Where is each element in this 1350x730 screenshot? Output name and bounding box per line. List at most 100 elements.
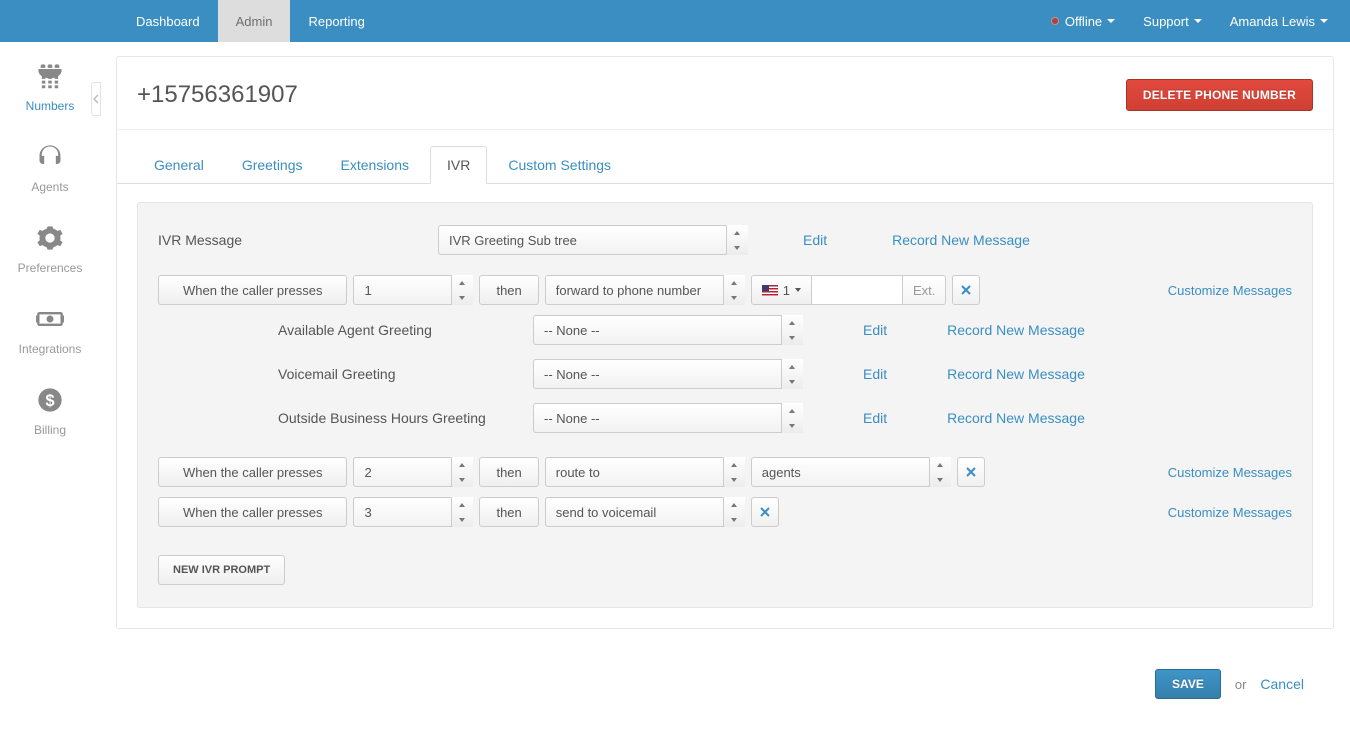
ivr-key-select-3[interactable]: 3	[353, 497, 473, 527]
sidebar-item-agents[interactable]: Agents	[31, 143, 68, 194]
main-content: +15756361907 DELETE PHONE NUMBER General…	[100, 42, 1350, 729]
greeting-record-link[interactable]: Record New Message	[947, 410, 1085, 426]
sidebar-label: Preferences	[18, 261, 83, 275]
navbar-left: Dashboard Admin Reporting	[0, 0, 383, 42]
user-dropdown[interactable]: Amanda Lewis	[1216, 14, 1342, 29]
customize-messages-link-3[interactable]: Customize Messages	[1168, 505, 1292, 520]
country-code-label: 1	[783, 283, 790, 298]
nav-reporting[interactable]: Reporting	[290, 0, 382, 42]
greeting-edit-link[interactable]: Edit	[863, 366, 887, 382]
then-label: then	[479, 497, 538, 527]
greeting-label: Available Agent Greeting	[158, 322, 513, 338]
outside-hours-greeting-row: Outside Business Hours Greeting -- None …	[158, 403, 1292, 433]
ivr-message-row: IVR Message IVR Greeting Sub tree Edit R…	[158, 225, 1292, 255]
tab-extensions[interactable]: Extensions	[324, 146, 426, 184]
user-label: Amanda Lewis	[1230, 14, 1315, 29]
available-agent-greeting-select[interactable]: -- None --	[533, 315, 803, 345]
remove-prompt-button-1[interactable]	[952, 275, 980, 305]
ivr-prompt-row-3: When the caller presses 3 then send to v…	[158, 497, 1292, 527]
ivr-target-select-2[interactable]: agents	[751, 457, 951, 487]
support-dropdown[interactable]: Support	[1129, 14, 1216, 29]
sidebar-label: Agents	[31, 180, 68, 194]
new-ivr-prompt-button[interactable]: NEW IVR PROMPT	[158, 555, 285, 585]
sidebar-label: Numbers	[26, 99, 75, 113]
close-icon	[961, 285, 971, 295]
page-card: +15756361907 DELETE PHONE NUMBER General…	[116, 56, 1334, 629]
available-agent-greeting-row: Available Agent Greeting -- None -- Edit…	[158, 315, 1292, 345]
sidebar-label: Billing	[34, 423, 66, 437]
caret-icon	[1320, 19, 1328, 23]
cancel-link[interactable]: Cancel	[1260, 676, 1304, 692]
when-caller-presses-label: When the caller presses	[158, 497, 347, 527]
ivr-message-label: IVR Message	[158, 232, 438, 248]
nav-dashboard[interactable]: Dashboard	[118, 0, 218, 42]
ivr-action-select-3[interactable]: send to voicemail	[545, 497, 745, 527]
greeting-edit-link[interactable]: Edit	[863, 410, 887, 426]
then-label: then	[479, 457, 538, 487]
top-navbar: Dashboard Admin Reporting Offline Suppor…	[0, 0, 1350, 42]
customize-messages-link-2[interactable]: Customize Messages	[1168, 465, 1292, 480]
greeting-record-link[interactable]: Record New Message	[947, 322, 1085, 338]
sidebar-item-integrations[interactable]: Integrations	[19, 305, 82, 356]
ivr-key-select-1[interactable]: 1	[353, 275, 473, 305]
tabs: General Greetings Extensions IVR Custom …	[117, 130, 1333, 184]
ivr-message-record-link[interactable]: Record New Message	[892, 232, 1030, 248]
remove-prompt-button-2[interactable]	[957, 457, 985, 487]
close-icon	[760, 507, 770, 517]
close-icon	[966, 467, 976, 477]
voicemail-greeting-select[interactable]: -- None --	[533, 359, 803, 389]
money-icon	[36, 305, 64, 336]
greeting-label: Outside Business Hours Greeting	[158, 410, 513, 426]
greeting-record-link[interactable]: Record New Message	[947, 366, 1085, 382]
nav-admin[interactable]: Admin	[218, 0, 291, 42]
customize-messages-link-1[interactable]: Customize Messages	[1168, 283, 1292, 298]
page-footer: SAVE or Cancel	[116, 629, 1334, 699]
svg-text:$: $	[45, 392, 54, 410]
when-caller-presses-label: When the caller presses	[158, 275, 347, 305]
delete-phone-number-button[interactable]: DELETE PHONE NUMBER	[1126, 79, 1313, 111]
voicemail-greeting-row: Voicemail Greeting -- None -- Edit Recor…	[158, 359, 1292, 389]
then-label: then	[479, 275, 538, 305]
sidebar-item-preferences[interactable]: Preferences	[18, 224, 83, 275]
ivr-prompt-row-2: When the caller presses 2 then route to …	[158, 457, 1292, 487]
outside-hours-greeting-select[interactable]: -- None --	[533, 403, 803, 433]
phone-number-input[interactable]	[812, 276, 902, 304]
support-label: Support	[1143, 14, 1189, 29]
dollar-icon: $	[36, 386, 64, 417]
headset-icon	[36, 143, 64, 174]
caret-icon	[1107, 19, 1115, 23]
sidebar-collapse-handle[interactable]	[91, 82, 101, 116]
ivr-key-select-2[interactable]: 2	[353, 457, 473, 487]
page-title: +15756361907	[137, 81, 298, 109]
status-dot-icon	[1051, 17, 1059, 25]
navbar-right: Offline Support Amanda Lewis	[1037, 0, 1342, 42]
sidebar-item-numbers[interactable]: Numbers	[26, 62, 75, 113]
ivr-message-select[interactable]: IVR Greeting Sub tree	[438, 225, 748, 255]
caret-icon	[1194, 19, 1202, 23]
phone-input-group: 1 Ext.	[751, 275, 947, 305]
save-button[interactable]: SAVE	[1155, 669, 1221, 699]
extension-label: Ext.	[902, 276, 945, 304]
tab-general[interactable]: General	[137, 146, 221, 184]
caret-icon	[795, 288, 801, 292]
country-code-dropdown[interactable]: 1	[752, 276, 812, 304]
remove-prompt-button-3[interactable]	[751, 497, 779, 527]
tab-greetings[interactable]: Greetings	[225, 146, 320, 184]
greeting-edit-link[interactable]: Edit	[863, 322, 887, 338]
tab-custom-settings[interactable]: Custom Settings	[491, 146, 628, 184]
sidebar-label: Integrations	[19, 342, 82, 356]
status-label: Offline	[1065, 14, 1102, 29]
ivr-prompt-row-1: When the caller presses 1 then forward t…	[158, 275, 1292, 305]
tab-ivr[interactable]: IVR	[430, 146, 487, 184]
ivr-action-select-2[interactable]: route to	[545, 457, 745, 487]
page-header: +15756361907 DELETE PHONE NUMBER	[117, 57, 1333, 130]
phone-icon	[36, 62, 64, 93]
or-label: or	[1235, 677, 1247, 692]
status-dropdown[interactable]: Offline	[1037, 14, 1129, 29]
ivr-message-edit-link[interactable]: Edit	[803, 232, 827, 248]
ivr-message-select-wrap: IVR Greeting Sub tree	[438, 225, 748, 255]
sidebar-item-billing[interactable]: $ Billing	[34, 386, 66, 437]
greeting-label: Voicemail Greeting	[158, 366, 513, 382]
ivr-action-select-1[interactable]: forward to phone number	[545, 275, 745, 305]
gear-icon	[36, 224, 64, 255]
